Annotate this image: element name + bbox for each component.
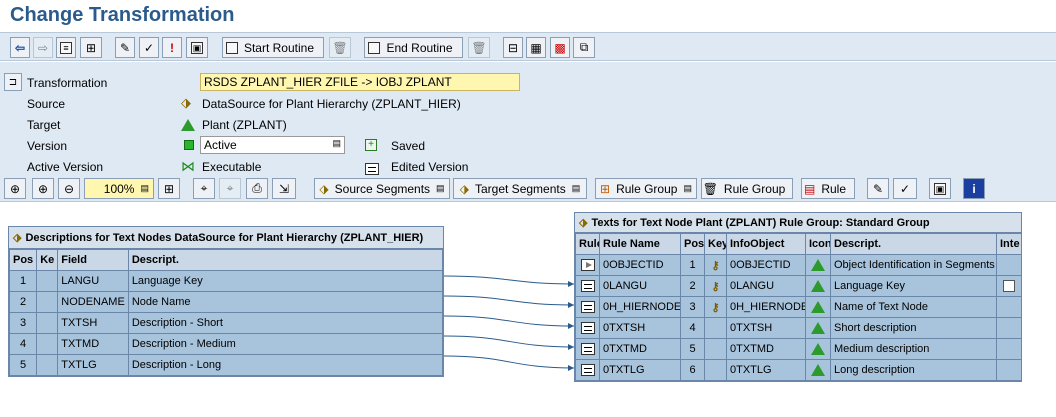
table-row[interactable]: 2 NODENAME Node Name <box>8 291 444 313</box>
col-header-descript: Descript. <box>830 233 997 255</box>
col-header-pos: Pos <box>680 233 705 255</box>
connector-langu <box>443 275 575 285</box>
col-header-field: Field <box>57 249 129 271</box>
integration-checkbox[interactable] <box>1003 280 1015 293</box>
key-icon: ⚷ <box>711 259 720 272</box>
connector-txtmd <box>443 335 575 348</box>
col-header-rule-name: Rule Name <box>599 233 681 255</box>
connector-txtlg <box>443 355 575 369</box>
connector-nodename <box>443 295 575 306</box>
table-row[interactable]: 1 LANGU Language Key <box>8 270 444 292</box>
table-row[interactable]: 3 TXTSH Description - Short <box>8 312 444 334</box>
target-segment-box[interactable]: ⬗ Texts for Text Node Plant (ZPLANT) Rul… <box>574 212 1022 382</box>
rule-play-icon[interactable] <box>580 259 595 272</box>
connector-txtsh <box>443 315 575 327</box>
datasource-icon: ⬗ <box>13 232 22 244</box>
source-segment-header: ⬗ Descriptions for Text Nodes DataSource… <box>9 227 443 249</box>
datasource-icon: ⬗ <box>579 217 588 229</box>
col-header-infoobject: InfoObject <box>726 233 806 255</box>
rule-equal-icon[interactable] <box>580 322 595 335</box>
key-icon: ⚷ <box>711 280 720 293</box>
source-field-table: Pos Ke Field Descript. 1 LANGU Language Ke… <box>8 249 444 376</box>
infoobject-icon <box>811 301 825 314</box>
target-segment-header: ⬗ Texts for Text Node Plant (ZPLANT) Rul… <box>575 213 1021 233</box>
col-header-key: Ke <box>36 249 59 271</box>
key-icon: ⚷ <box>711 301 720 314</box>
infoobject-icon <box>811 343 825 356</box>
infoobject-icon <box>811 364 825 377</box>
table-row[interactable]: 0OBJECTID 1 ⚷ 0OBJECTID Object Identific… <box>575 254 1022 276</box>
rule-equal-icon[interactable] <box>580 364 595 377</box>
table-row[interactable]: 0TXTSH 4 0TXTSH Short description <box>575 317 1022 339</box>
col-header-rule: Rule <box>575 233 600 255</box>
table-row[interactable]: 4 TXTMD Description - Medium <box>8 333 444 355</box>
col-header-descript: Descript. <box>127 249 444 271</box>
infoobject-icon <box>811 259 825 272</box>
table-row[interactable]: 5 TXTLG Description - Long <box>8 354 444 376</box>
table-row[interactable]: 0TXTLG 6 0TXTLG Long description <box>575 359 1022 381</box>
table-row[interactable]: 0H_HIERNODE 3 ⚷ 0H_HIERNODE Name of Text… <box>575 296 1022 318</box>
rule-equal-icon[interactable] <box>580 301 595 314</box>
col-header-icon: Icon <box>805 233 831 255</box>
rule-equal-icon[interactable] <box>580 280 595 293</box>
col-header-key: Key <box>704 233 727 255</box>
table-row[interactable]: 0LANGU 2 ⚷ 0LANGU Language Key <box>575 275 1022 297</box>
col-header-pos: Pos <box>8 249 38 271</box>
col-header-inte: Inte <box>996 233 1022 255</box>
target-field-table: Rule Rule Name Pos Key InfoObject Icon D… <box>575 233 1022 381</box>
table-row[interactable]: 0TXTMD 5 0TXTMD Medium description <box>575 338 1022 360</box>
rule-equal-icon[interactable] <box>580 343 595 356</box>
infoobject-icon <box>811 280 825 293</box>
infoobject-icon <box>811 322 825 335</box>
source-segment-box[interactable]: ⬗ Descriptions for Text Nodes DataSource… <box>8 226 444 377</box>
